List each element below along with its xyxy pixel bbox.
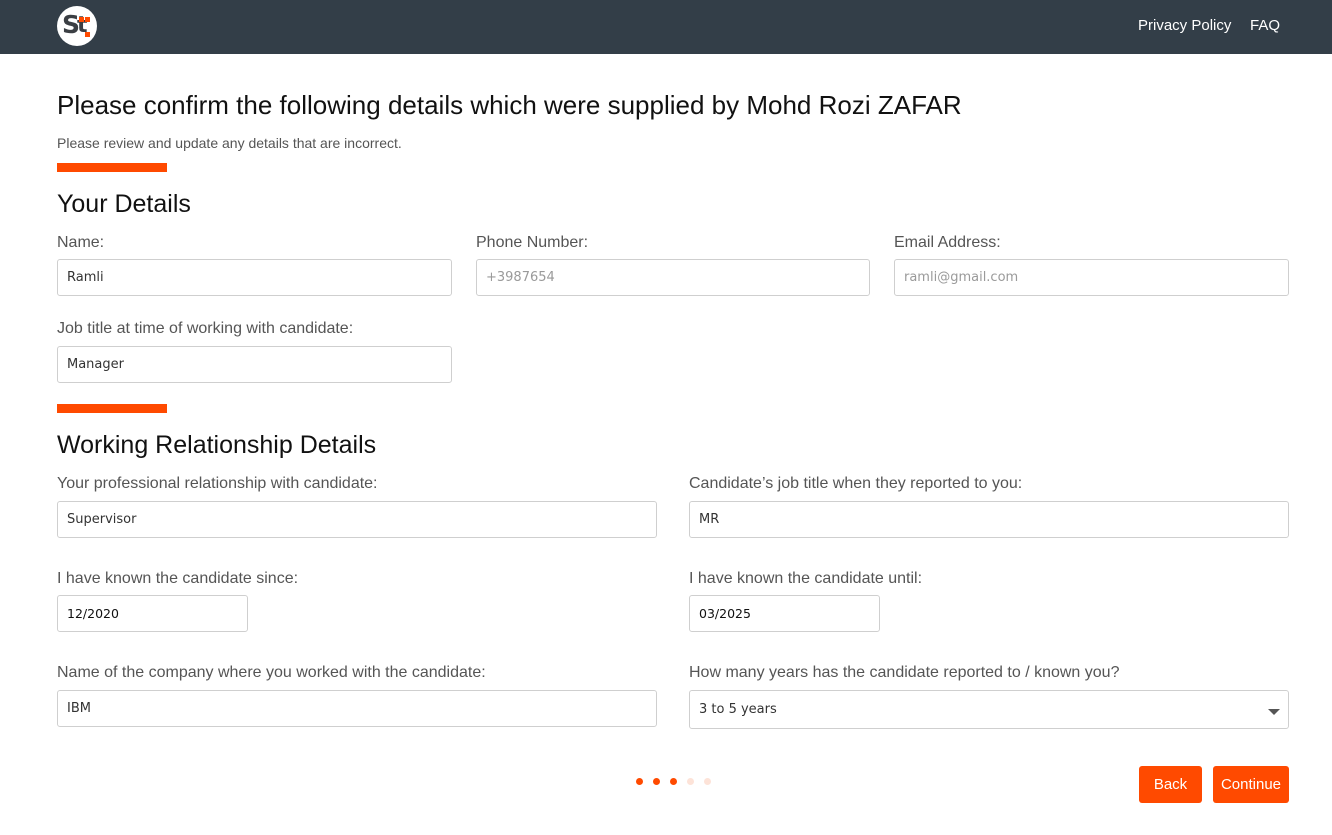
progress-dot-active [670, 778, 677, 785]
faq-link[interactable]: FAQ [1250, 17, 1280, 35]
candidate-job-title-field[interactable] [689, 501, 1289, 538]
job-title-label: Job title at time of working with candid… [57, 320, 354, 337]
years-known-selected-value: 3 to 5 years [699, 702, 777, 717]
name-field[interactable] [57, 259, 452, 296]
years-known-select[interactable]: 3 to 5 years [689, 690, 1289, 729]
name-label: Name: [57, 234, 105, 251]
known-until-label: I have known the candidate until: [689, 570, 923, 587]
logo-dot-icon [79, 17, 84, 22]
known-since-label: I have known the candidate since: [57, 570, 299, 587]
relationship-field[interactable] [57, 501, 657, 538]
logo-dot-icon [85, 17, 90, 22]
candidate-job-title-label: Candidate’s job title when they reported… [689, 475, 1023, 492]
phone-label: Phone Number: [476, 234, 589, 251]
page-subtitle: Please review and update any details tha… [57, 135, 402, 151]
known-since-date-field[interactable] [57, 595, 248, 632]
progress-dot-inactive [704, 778, 711, 785]
page-title: Please confirm the following details whi… [57, 90, 962, 120]
back-button[interactable]: Back [1139, 766, 1202, 803]
section-accent-bar [57, 404, 167, 413]
company-field[interactable] [57, 690, 657, 727]
your-details-heading: Your Details [57, 190, 191, 218]
logo-dot-icon [85, 32, 90, 37]
continue-button[interactable]: Continue [1213, 766, 1289, 803]
known-until-date-field[interactable] [689, 595, 880, 632]
email-label: Email Address: [894, 234, 1001, 251]
progress-dot-inactive [687, 778, 694, 785]
years-known-label: How many years has the candidate reporte… [689, 664, 1120, 681]
email-field[interactable] [894, 259, 1289, 296]
chevron-down-icon [1268, 709, 1280, 715]
company-label: Name of the company where you worked wit… [57, 664, 486, 681]
company-logo[interactable]: S t [57, 6, 97, 46]
top-navigation-bar: S t Privacy Policy FAQ [0, 0, 1332, 54]
section-accent-bar [57, 163, 167, 172]
phone-field[interactable] [476, 259, 870, 296]
working-relationship-heading: Working Relationship Details [57, 431, 377, 459]
progress-dot-active [653, 778, 660, 785]
privacy-policy-link[interactable]: Privacy Policy [1138, 17, 1231, 35]
job-title-field[interactable] [57, 346, 452, 383]
relationship-label: Your professional relationship with cand… [57, 475, 378, 492]
progress-dot-active [636, 778, 643, 785]
